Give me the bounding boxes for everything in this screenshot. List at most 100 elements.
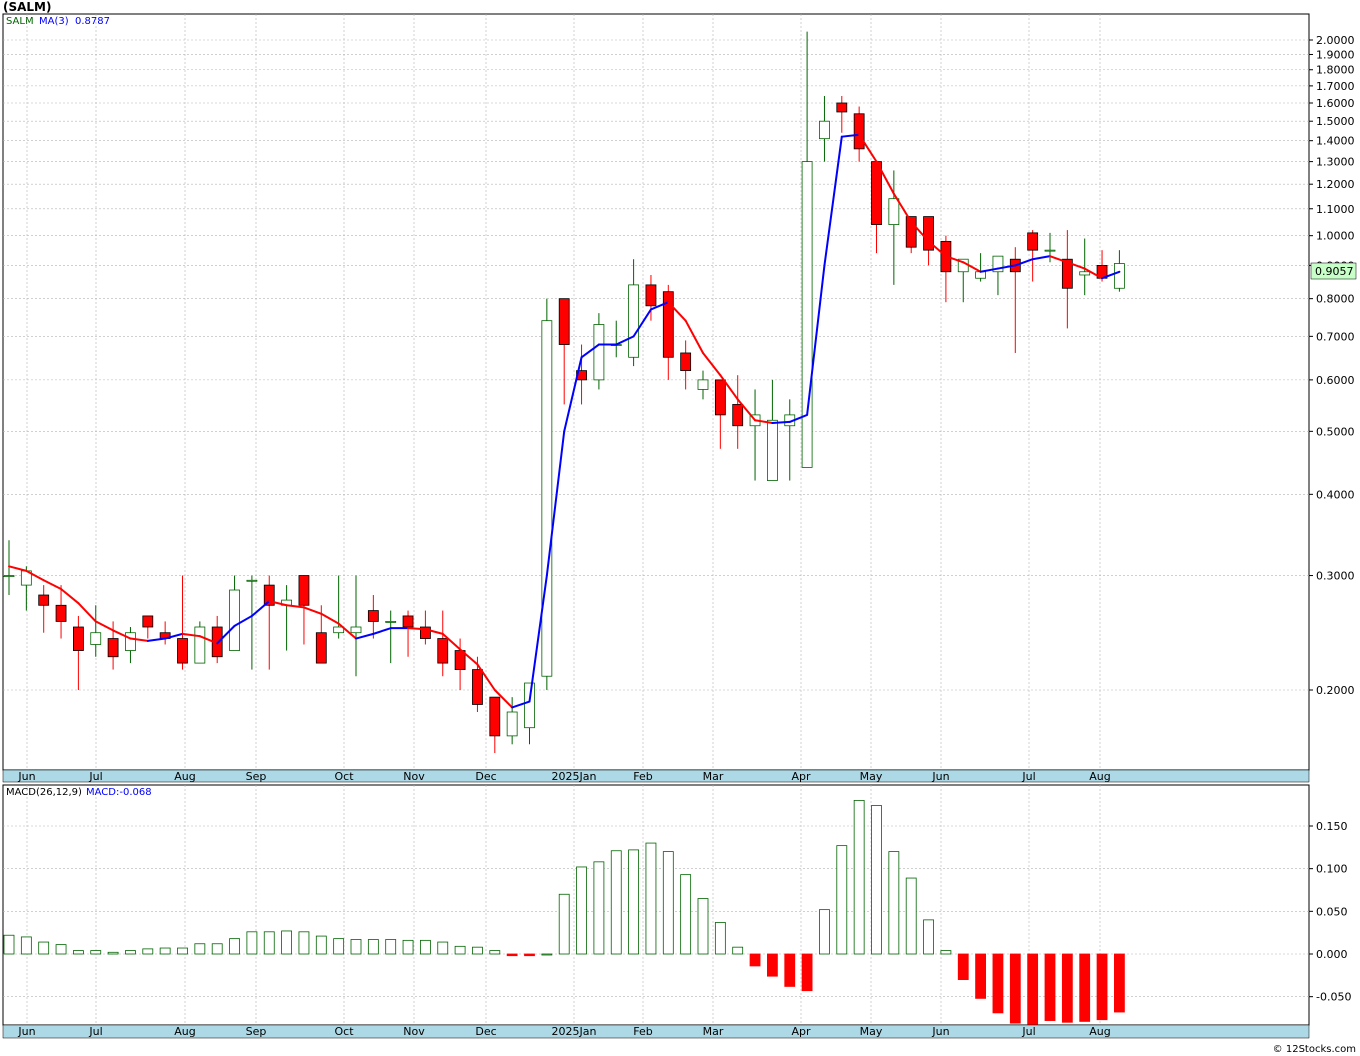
macd-legend-value: MACD:-0.068: [86, 787, 152, 798]
macd-bar: [1044, 953, 1056, 1021]
month-label: Aug: [1089, 1025, 1110, 1038]
month-label: Mar: [703, 1025, 724, 1038]
ma3-segment: [771, 420, 791, 424]
ma3-segment: [684, 319, 704, 354]
macd-bar: [940, 950, 952, 955]
macd-tick-label: 0.100: [1316, 863, 1348, 876]
macd-bar: [1114, 953, 1125, 1013]
month-label: May: [860, 1025, 883, 1038]
ma3-segment: [355, 632, 375, 640]
candle-body: [246, 579, 258, 582]
macd-bar: [3, 934, 15, 955]
price-tick-label: 2.0000: [1316, 34, 1355, 47]
candle-body: [489, 696, 501, 737]
candle-body: [801, 161, 813, 468]
macd-bar: [853, 800, 865, 955]
price-tick-label: 1.7000: [1316, 80, 1355, 93]
macd-bar: [90, 950, 102, 955]
macd-bar: [298, 931, 310, 955]
macd-bar: [680, 874, 692, 955]
month-label: Jul: [1021, 770, 1035, 783]
ma3-segment: [42, 579, 63, 591]
price-tick-label: 1.8000: [1316, 64, 1355, 77]
price-tick-label: 1.4000: [1316, 135, 1355, 148]
candle-body: [38, 594, 50, 606]
month-label: Nov: [403, 1025, 425, 1038]
month-label: Jun: [931, 1025, 949, 1038]
macd-bar: [923, 919, 934, 955]
macd-bar: [350, 939, 362, 955]
month-label: Oct: [334, 1025, 354, 1038]
candle-body: [315, 632, 327, 664]
month-axis-band-macd: [2, 1024, 1310, 1039]
macd-bar: [107, 951, 119, 955]
month-label: May: [860, 770, 883, 783]
price-tick-label: 1.6000: [1316, 97, 1355, 110]
candle-body: [107, 638, 119, 658]
macd-bar: [1027, 953, 1039, 1026]
ma3-segment: [407, 627, 427, 631]
candle-body: [714, 379, 726, 416]
price-tick-label: 0.6000: [1316, 374, 1355, 387]
macd-bar: [333, 938, 345, 955]
month-label: Jun: [17, 770, 35, 783]
candle-body: [1114, 263, 1125, 289]
symbol-title: (SALM): [3, 0, 52, 14]
macd-bar: [593, 861, 605, 955]
candle-body: [402, 615, 414, 628]
month-label: Mar: [703, 770, 724, 783]
macd-bar: [801, 953, 813, 992]
candle-body: [73, 626, 84, 651]
macd-bar: [1009, 953, 1021, 1024]
macd-axis: 0.150 0.100 0.050 0.000 -0.050: [1309, 820, 1351, 1004]
ma3-segment: [302, 606, 323, 615]
macd-bar: [211, 943, 223, 955]
macd-bar: [732, 946, 744, 955]
candle-body: [298, 575, 310, 606]
candle-body: [125, 632, 136, 651]
price-tick-label: 1.2000: [1316, 178, 1355, 191]
legend-ma-label: MA(3): [39, 16, 69, 27]
candle-body: [177, 638, 188, 664]
candle-body: [1027, 232, 1039, 251]
stock-chart: (SALM) SALM MA(3) 0.8787 2.00001.9000 1.8…: [2, 0, 1357, 1055]
ma3-segment: [94, 620, 115, 632]
month-label: 2025Jan: [552, 770, 597, 783]
macd-bar: [992, 953, 1004, 1014]
macd-bar: [142, 948, 154, 955]
macd-bar: [177, 947, 188, 955]
candle-body: [836, 102, 848, 113]
macd-bar: [524, 953, 535, 957]
month-axis-macd: Jun Jul Aug Sep Oct Nov Dec 2025Jan Feb Mar Apr May…: [17, 1025, 1110, 1038]
candle-body: [385, 621, 397, 623]
macd-bars: [3, 800, 1125, 1026]
candle-body: [853, 113, 865, 150]
legend-ticker: SALM: [6, 16, 34, 27]
month-label: Apr: [791, 770, 811, 783]
macd-bar: [871, 805, 882, 955]
month-label: Feb: [633, 770, 652, 783]
macd-bar: [246, 931, 258, 955]
macd-bar: [975, 953, 986, 999]
macd-bar: [506, 953, 518, 957]
macd-bar: [437, 941, 449, 955]
macd-bar: [697, 898, 709, 955]
macd-tick-label: 0.050: [1316, 905, 1348, 918]
month-label: Jul: [88, 1025, 102, 1038]
macd-bar: [749, 953, 761, 967]
month-label: Sep: [246, 770, 267, 783]
month-label: Jul: [1021, 1025, 1035, 1038]
ma3-segment: [320, 612, 340, 625]
candle-body: [680, 352, 692, 372]
price-tick-label: 1.0000: [1316, 230, 1355, 243]
ma3-line: [8, 133, 1121, 709]
month-label: Aug: [174, 1025, 195, 1038]
ma3-segment: [563, 356, 583, 433]
price-tick-label: 0.4000: [1316, 488, 1355, 501]
macd-bar: [229, 938, 240, 955]
candle-body: [732, 404, 744, 427]
macd-bar: [836, 845, 848, 955]
macd-bar: [194, 943, 206, 955]
macd-tick-label: 0.000: [1316, 948, 1348, 961]
candle-body: [558, 298, 570, 345]
